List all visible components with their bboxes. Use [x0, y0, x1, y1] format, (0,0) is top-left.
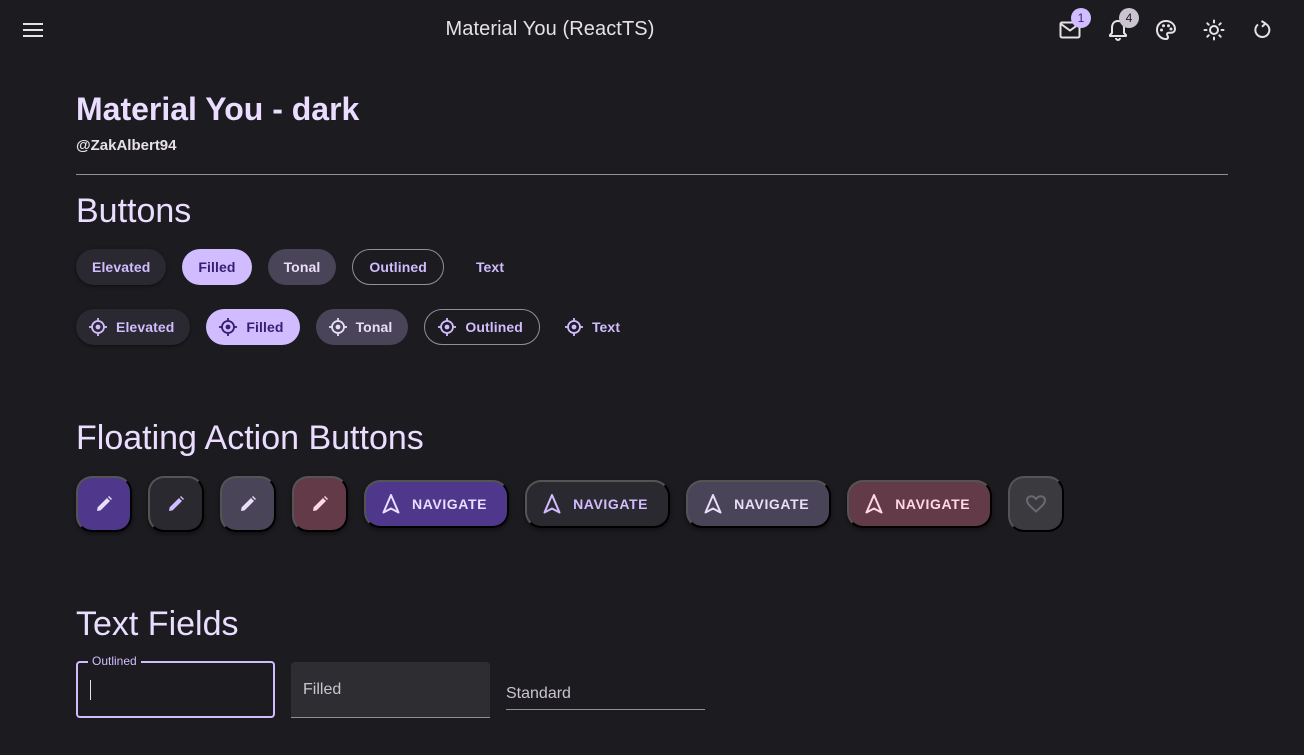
- tonal-icon-button[interactable]: Tonal: [315, 309, 409, 345]
- extended-fab-secondary[interactable]: NAVIGATE: [686, 480, 832, 528]
- section-title-text-fields: Text Fields: [76, 605, 239, 643]
- section-title-fabs: Floating Action Buttons: [76, 419, 424, 457]
- mail-button[interactable]: 1: [1050, 6, 1091, 54]
- pencil-icon: [311, 495, 329, 513]
- text-button[interactable]: Text: [460, 249, 520, 285]
- page-subtitle: @ZakAlbert94: [76, 137, 177, 154]
- sun-icon: [1203, 19, 1225, 41]
- target-icon: [218, 317, 238, 337]
- outlined-icon-button-label: Outlined: [465, 319, 523, 335]
- outlined-text-field[interactable]: Outlined: [76, 654, 275, 718]
- filled-button[interactable]: Filled: [182, 249, 252, 285]
- palette-icon: [1155, 19, 1177, 41]
- fab-tertiary-edit[interactable]: [292, 476, 348, 532]
- filled-icon-button[interactable]: Filled: [206, 309, 300, 345]
- tonal-button[interactable]: Tonal: [267, 249, 337, 285]
- target-icon: [88, 317, 108, 337]
- tonal-icon-button-label: Tonal: [355, 319, 393, 335]
- outlined-field-label: Outlined: [88, 654, 141, 668]
- elevated-button[interactable]: Elevated: [76, 249, 167, 285]
- target-icon: [564, 317, 584, 337]
- target-icon: [328, 317, 348, 337]
- fab-disabled-favorite: [1008, 476, 1065, 532]
- divider: [76, 174, 1228, 175]
- fab-primary-edit[interactable]: [76, 476, 132, 532]
- appbar-actions: 1 4: [1050, 6, 1282, 54]
- fab-surface-edit[interactable]: [148, 476, 204, 532]
- extended-fab-label: NAVIGATE: [734, 496, 810, 512]
- pencil-icon: [167, 495, 185, 513]
- pencil-icon: [95, 495, 113, 513]
- reset-button[interactable]: [1242, 6, 1282, 54]
- extended-fab-label: NAVIGATE: [412, 496, 488, 512]
- filled-icon-button-label: Filled: [246, 319, 284, 335]
- restart-icon: [1252, 20, 1272, 40]
- elevated-icon-button[interactable]: Elevated: [76, 309, 191, 345]
- fab-row: NAVIGATE NAVIGATE NAVIGATE NAVIGATE: [76, 476, 1065, 532]
- buttons-row: Elevated Filled Tonal Outlined Text: [76, 249, 520, 285]
- icon-buttons-row: Elevated Filled Tonal Outlined Text: [76, 309, 632, 345]
- notifications-button[interactable]: 4: [1098, 6, 1139, 54]
- extended-fab-primary[interactable]: NAVIGATE: [364, 480, 510, 528]
- heart-icon: [1026, 495, 1047, 513]
- navigation-arrow-icon: [382, 494, 400, 514]
- outlined-icon-button[interactable]: Outlined: [424, 309, 540, 345]
- palette-button[interactable]: [1146, 6, 1186, 54]
- text-icon-button[interactable]: Text: [556, 309, 632, 345]
- extended-fab-label: NAVIGATE: [895, 496, 971, 512]
- extended-fab-surface[interactable]: NAVIGATE: [525, 480, 671, 528]
- section-title-buttons: Buttons: [76, 192, 192, 230]
- top-app-bar: Material You (ReactTS) 1 4: [0, 0, 1304, 60]
- mail-badge: 1: [1071, 8, 1091, 28]
- standard-text-field[interactable]: Standard: [506, 674, 705, 710]
- text-icon-button-label: Text: [591, 319, 621, 335]
- pencil-icon: [239, 495, 257, 513]
- navigation-arrow-icon: [543, 494, 561, 514]
- app-title: Material You (ReactTS): [445, 18, 655, 40]
- page-title: Material You - dark: [76, 91, 360, 127]
- notifications-badge: 4: [1119, 8, 1139, 28]
- filled-text-field[interactable]: Filled: [291, 662, 490, 718]
- elevated-icon-button-label: Elevated: [116, 319, 175, 335]
- standard-field-label: Standard: [506, 685, 571, 702]
- filled-field-label: Filled: [303, 681, 342, 698]
- extended-fab-tertiary[interactable]: NAVIGATE: [847, 480, 993, 528]
- fab-secondary-edit[interactable]: [220, 476, 276, 532]
- navigation-arrow-icon: [865, 494, 883, 514]
- navigation-arrow-icon: [704, 494, 722, 514]
- text-cursor: [90, 680, 91, 700]
- target-icon: [437, 317, 457, 337]
- theme-toggle-button[interactable]: [1194, 6, 1234, 54]
- extended-fab-label: NAVIGATE: [573, 496, 649, 512]
- outlined-button[interactable]: Outlined: [352, 249, 444, 285]
